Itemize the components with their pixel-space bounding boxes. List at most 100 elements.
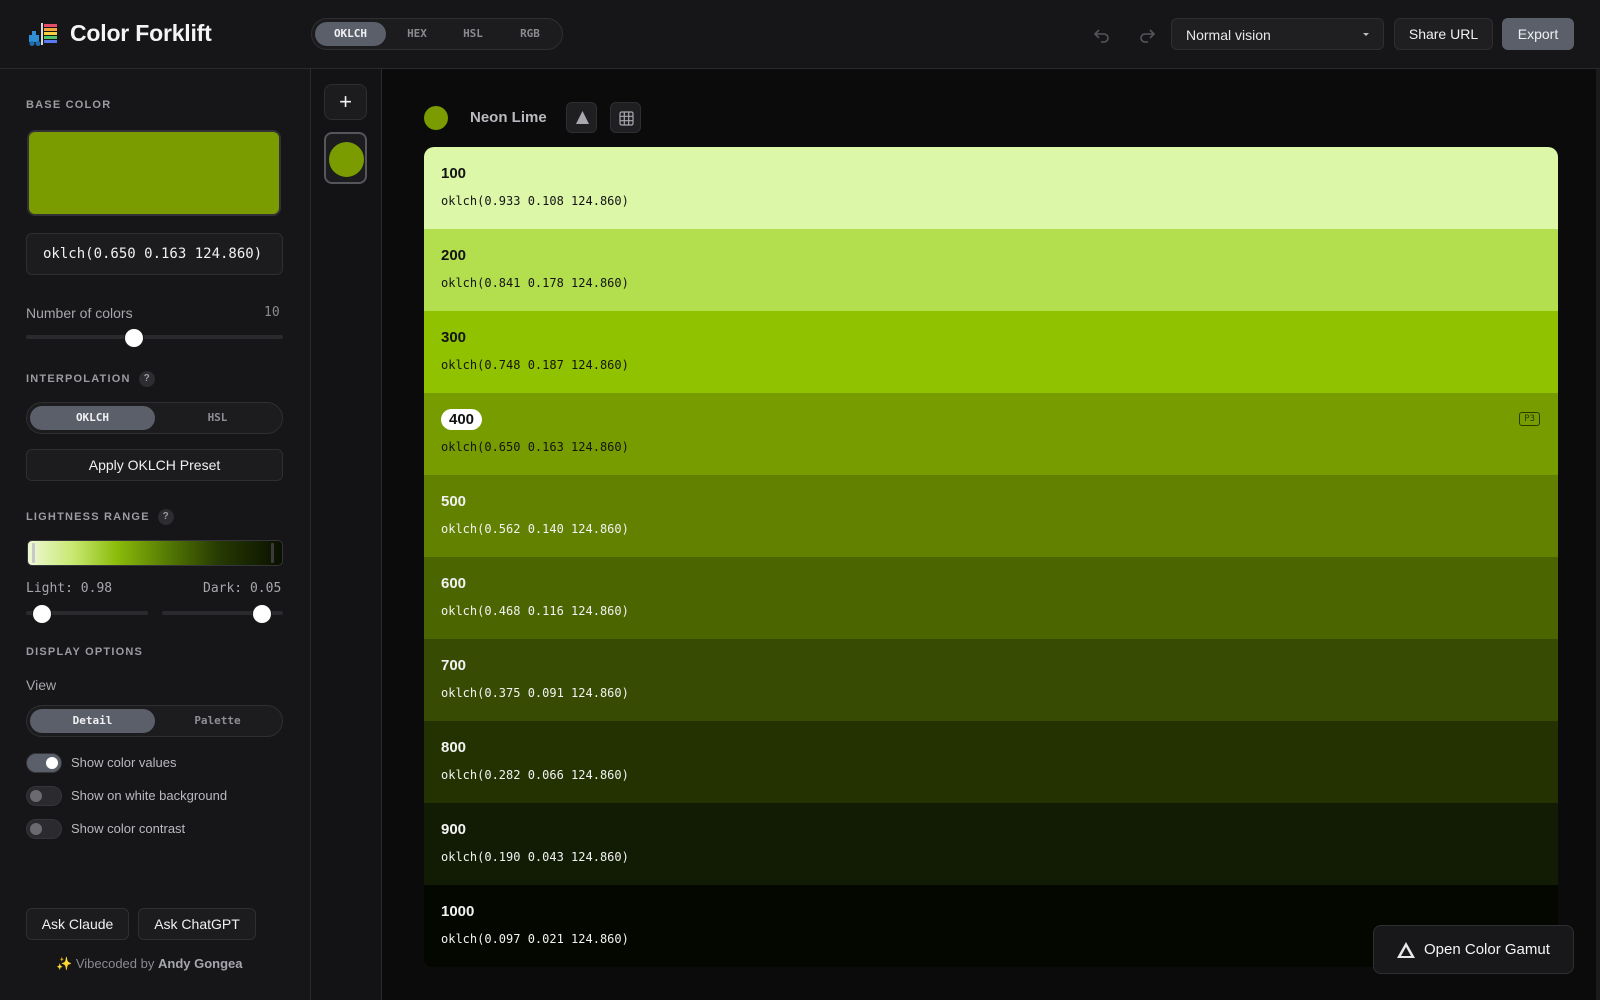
shade-value[interactable]: oklch(0.190 0.043 124.860): [441, 850, 629, 864]
shade-value[interactable]: oklch(0.841 0.178 124.860): [441, 276, 629, 290]
shade-value[interactable]: oklch(0.650 0.163 124.860): [441, 440, 629, 454]
shade-row-800[interactable]: 800 oklch(0.282 0.066 124.860): [424, 721, 1558, 803]
shade-name: 700: [441, 657, 467, 674]
open-color-gamut-label: Open Color Gamut: [1424, 941, 1550, 958]
interpolation-help-icon[interactable]: ?: [138, 371, 155, 387]
shade-name: 500: [441, 493, 467, 510]
lightness-dark-handle[interactable]: [271, 543, 274, 563]
triangle-icon: [1397, 942, 1415, 958]
lightness-range-bar: [27, 540, 283, 566]
shade-name: 300: [441, 329, 467, 346]
toggle-show-values-label: Show color values: [71, 755, 177, 770]
lightness-light-handle[interactable]: [32, 543, 35, 563]
shade-list: 100 oklch(0.933 0.108 124.860) 200 oklch(0.…: [424, 147, 1558, 968]
toggle-white-bg-label: Show on white background: [71, 788, 228, 803]
apply-preset-button[interactable]: Apply OKLCH Preset: [26, 449, 283, 481]
forklift-logo-icon: [29, 23, 57, 46]
shade-row-700[interactable]: 700 oklch(0.375 0.091 124.860): [424, 639, 1558, 721]
num-colors-slider-track[interactable]: [26, 335, 283, 339]
interpolation-title: INTERPOLATION?: [26, 371, 155, 387]
tab-hex[interactable]: HEX: [391, 22, 443, 46]
shade-row-600[interactable]: 600 oklch(0.468 0.116 124.860): [424, 557, 1558, 639]
shade-row-200[interactable]: 200 oklch(0.841 0.178 124.860): [424, 229, 1558, 311]
app-header: Color Forklift OKLCH HEX HSL RGB Normal …: [0, 0, 1600, 69]
open-color-gamut-button[interactable]: Open Color Gamut: [1373, 925, 1574, 974]
base-color-title: BASE COLOR: [26, 99, 112, 111]
toggle-knob: [30, 790, 42, 802]
tab-hsl[interactable]: HSL: [447, 22, 499, 46]
share-url-button[interactable]: Share URL: [1394, 18, 1493, 50]
undo-icon[interactable]: [1090, 22, 1114, 46]
view-detail[interactable]: Detail: [30, 709, 155, 733]
ask-chatgpt-button[interactable]: Ask ChatGPT: [138, 908, 256, 940]
add-palette-button[interactable]: +: [324, 84, 367, 120]
palette-color-indicator[interactable]: [424, 106, 448, 130]
gamut-view-button[interactable]: [566, 102, 597, 133]
shade-value[interactable]: oklch(0.282 0.066 124.860): [441, 768, 629, 782]
settings-sidebar: BASE COLOR oklch(0.650 0.163 124.860) Nu…: [0, 69, 311, 1000]
grid-view-button[interactable]: [610, 102, 641, 133]
base-color-swatch[interactable]: [27, 130, 281, 216]
num-colors-label: Number of colors: [26, 305, 133, 321]
num-colors-value: 10: [264, 305, 280, 320]
toggle-knob: [46, 757, 58, 769]
shade-row-500[interactable]: 500 oklch(0.562 0.140 124.860): [424, 475, 1558, 557]
chevron-down-icon: [1363, 33, 1369, 36]
author-link[interactable]: Andy Gongea: [158, 956, 243, 971]
shade-name: 400: [441, 409, 483, 430]
toggle-knob: [30, 823, 42, 835]
shade-value[interactable]: oklch(0.097 0.021 124.860): [441, 932, 629, 946]
shade-name: 800: [441, 739, 467, 756]
shade-row-300[interactable]: 300 oklch(0.748 0.187 124.860): [424, 311, 1558, 393]
shade-value[interactable]: oklch(0.468 0.116 124.860): [441, 604, 629, 618]
base-color-input[interactable]: oklch(0.650 0.163 124.860): [26, 233, 283, 275]
interpolation-hsl[interactable]: HSL: [155, 406, 280, 430]
shade-value[interactable]: oklch(0.375 0.091 124.860): [441, 686, 629, 700]
ask-claude-button[interactable]: Ask Claude: [26, 908, 129, 940]
shade-name: 900: [441, 821, 467, 838]
toggle-white-bg[interactable]: [26, 786, 62, 806]
shade-row-400[interactable]: 400 oklch(0.650 0.163 124.860) P3: [424, 393, 1558, 475]
format-tabs: OKLCH HEX HSL RGB: [311, 18, 563, 50]
sparkle-icon: ✨: [56, 956, 73, 971]
shade-value[interactable]: oklch(0.748 0.187 124.860): [441, 358, 629, 372]
interpolation-oklch[interactable]: OKLCH: [30, 406, 155, 430]
palette-strip: +: [311, 69, 382, 1000]
app-title: Color Forklift: [70, 20, 212, 46]
light-slider-thumb[interactable]: [33, 605, 51, 623]
view-palette[interactable]: Palette: [155, 709, 280, 733]
view-label: View: [26, 677, 57, 693]
toggle-contrast[interactable]: [26, 819, 62, 839]
palette-name[interactable]: Neon Lime: [470, 109, 547, 126]
redo-icon[interactable]: [1135, 22, 1159, 46]
interpolation-toggle: OKLCH HSL: [26, 402, 283, 434]
display-options-title: DISPLAY OPTIONS: [26, 646, 144, 658]
dark-value-label: Dark: 0.05: [203, 581, 282, 596]
shade-name: 200: [441, 247, 467, 264]
light-value-label: Light: 0.98: [26, 581, 113, 596]
credit-line: ✨ Vibecoded by Andy Gongea: [56, 956, 243, 971]
shade-name: 600: [441, 575, 467, 592]
shade-row-100[interactable]: 100 oklch(0.933 0.108 124.860): [424, 147, 1558, 229]
tab-oklch[interactable]: OKLCH: [315, 22, 386, 46]
palette-color-dot: [329, 142, 364, 177]
p3-gamut-badge: P3: [1519, 412, 1540, 426]
shade-row-900[interactable]: 900 oklch(0.190 0.043 124.860): [424, 803, 1558, 885]
vision-select[interactable]: Normal vision: [1171, 18, 1384, 50]
shade-value[interactable]: oklch(0.562 0.140 124.860): [441, 522, 629, 536]
view-toggle: Detail Palette: [26, 705, 283, 737]
toggle-contrast-label: Show color contrast: [71, 821, 186, 836]
tab-rgb[interactable]: RGB: [504, 22, 556, 46]
scrollbar[interactable]: [1596, 69, 1600, 1000]
palette-item-neon-lime[interactable]: [324, 132, 367, 184]
dark-slider-thumb[interactable]: [253, 605, 271, 623]
grid-icon: [619, 111, 634, 126]
shade-value[interactable]: oklch(0.933 0.108 124.860): [441, 194, 629, 208]
vision-select-value: Normal vision: [1186, 27, 1271, 43]
toggle-show-values[interactable]: [26, 753, 62, 773]
lightness-help-icon[interactable]: ?: [157, 509, 174, 525]
num-colors-slider-thumb[interactable]: [124, 329, 143, 347]
export-button[interactable]: Export: [1502, 18, 1574, 50]
shade-name: 100: [441, 165, 467, 182]
lightness-range-title: LIGHTNESS RANGE?: [26, 509, 174, 525]
